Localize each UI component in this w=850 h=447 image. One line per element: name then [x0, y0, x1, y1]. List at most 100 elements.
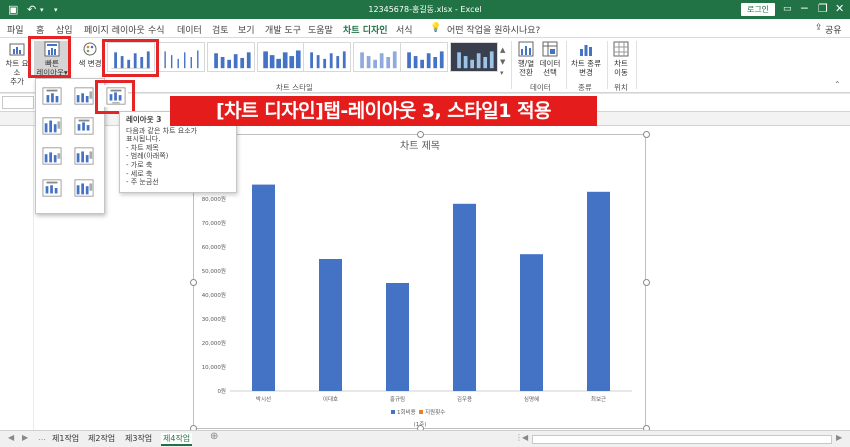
tab-home[interactable]: 홈 [36, 23, 44, 36]
select-data-icon [542, 41, 558, 57]
add-sheet-button[interactable]: ⊕ [210, 431, 218, 442]
y-tick-label: 10,000원 [202, 363, 226, 371]
bar[interactable] [520, 254, 543, 391]
resize-handle[interactable] [190, 279, 197, 286]
bar[interactable] [453, 203, 476, 391]
scroll-right-icon[interactable]: ▶ [22, 433, 28, 442]
share-button[interactable]: 공유 [825, 23, 842, 36]
tooltip-line: 표시됩니다. [126, 135, 161, 144]
tab-chart-design[interactable]: 차트 디자인 [343, 23, 388, 40]
change-chart-type-button[interactable]: 차트 종류 변경 [569, 41, 603, 77]
legend-label: 지원횟수 [425, 408, 445, 416]
tell-me-search[interactable]: 어떤 작업을 원하시나요? [447, 23, 540, 36]
move-chart-icon [613, 41, 629, 57]
switch-line1: 행/열 [517, 59, 535, 68]
type-group-label: 종류 [578, 83, 592, 92]
select-data-line1: 데이터 [539, 59, 561, 68]
title-bar: ▣ ↶ ▾ ▾ 12345678-홍길동.xlsx - Excel 로그인 ▭ … [0, 0, 850, 19]
chart-style-2[interactable] [157, 42, 205, 72]
chart-style-7[interactable] [400, 42, 448, 72]
tab-formulas[interactable]: 수식 [148, 23, 165, 36]
location-group-label: 위치 [614, 83, 628, 92]
scroll-left-icon[interactable]: ◀ [8, 433, 14, 442]
share-icon[interactable]: ⇪ [815, 23, 823, 33]
add-element-line2: 추가 [10, 77, 24, 86]
y-tick-label: 60,000원 [202, 243, 226, 251]
move-chart-button[interactable]: 차트 이동 [609, 41, 633, 77]
y-tick-label: 50,000원 [202, 267, 226, 275]
resize-handle[interactable] [643, 279, 650, 286]
collapse-ribbon-icon[interactable]: ⌃ [834, 80, 841, 89]
close-button[interactable]: ✕ [835, 2, 844, 15]
horizontal-scrollbar[interactable] [532, 435, 832, 444]
layout-option-7[interactable] [72, 145, 96, 167]
change-color-button[interactable]: 색 변경 [78, 41, 102, 68]
chart-title[interactable]: 차트 제목 [400, 140, 440, 152]
tooltip-line: 다음과 같은 차트 요소가 [126, 126, 198, 135]
legend-swatch [419, 410, 423, 414]
lightbulb-icon: 💡 [430, 23, 442, 33]
chart-style-5[interactable] [303, 42, 351, 72]
switch-row-column-button[interactable]: 행/열 전환 [514, 41, 538, 77]
bar[interactable] [587, 191, 610, 391]
login-button[interactable]: 로그인 [741, 3, 775, 16]
tooltip-line: - 범례(아래쪽) [126, 152, 169, 161]
layout-option-4[interactable] [40, 115, 64, 137]
layout-option-5[interactable] [72, 115, 96, 137]
highlight-layout-3 [95, 80, 135, 114]
restore-button[interactable]: ❐ [818, 2, 828, 15]
change-type-line2: 변경 [579, 68, 593, 77]
sheet-tab[interactable]: 제2작업 [88, 433, 115, 444]
tab-view[interactable]: 보기 [238, 23, 255, 36]
gallery-scroll-down-icon[interactable]: ▼ [500, 58, 505, 66]
scroll-left-icon[interactable]: ◀ [522, 433, 528, 442]
gallery-more-icon[interactable]: ▾ [500, 69, 504, 77]
tab-developer[interactable]: 개발 도구 [265, 23, 301, 36]
legend-label: 1회비용 [397, 408, 416, 416]
chart-style-4[interactable] [257, 42, 305, 72]
palette-icon [83, 42, 97, 56]
chart-style-8[interactable] [450, 42, 498, 72]
chart-style-6[interactable] [353, 42, 401, 72]
bar[interactable] [386, 283, 409, 391]
ribbon-tabs: 파일 홈 삽입 페이지 레이아웃 수식 데이터 검토 보기 개발 도구 도움말 … [0, 19, 850, 40]
move-chart-line1: 차트 [614, 59, 628, 68]
sheet-tab[interactable]: 제1작업 [52, 433, 79, 444]
scroll-right-icon[interactable]: ▶ [836, 433, 842, 442]
sheet-tab-active[interactable]: 제4작업 [161, 433, 193, 446]
more-sheets-icon[interactable]: … [38, 433, 46, 442]
chart-area[interactable]: 차트 제목 0원 10,000원 20,000원 30,000원 40,000원 50,0… [190, 131, 650, 432]
resize-handle[interactable] [643, 131, 650, 138]
chart-style-3[interactable] [207, 42, 255, 72]
name-box[interactable] [2, 96, 34, 109]
tab-data[interactable]: 데이터 [177, 23, 202, 36]
add-chart-element-button[interactable]: 차트 요소 추가 [4, 41, 30, 86]
tooltip-line: - 주 눈금선 [126, 178, 159, 187]
gallery-scroll-up-icon[interactable]: ▲ [500, 46, 505, 54]
change-type-line1: 차트 종류 [571, 59, 601, 68]
tab-page-layout[interactable]: 페이지 레이아웃 [84, 23, 145, 36]
select-data-button[interactable]: 데이터 선택 [538, 41, 562, 77]
layout-option-1[interactable] [40, 85, 64, 107]
y-tick-label: 30,000원 [202, 315, 226, 323]
layout-option-2[interactable] [72, 85, 96, 107]
divider [566, 41, 567, 89]
layout-option-9[interactable] [72, 177, 96, 199]
layout-option-6[interactable] [40, 145, 64, 167]
sheet-tab[interactable]: 제3작업 [125, 433, 152, 444]
tab-review[interactable]: 검토 [212, 23, 229, 36]
y-tick-label: 20,000원 [202, 339, 226, 347]
tab-format[interactable]: 서식 [396, 23, 413, 36]
bar[interactable] [319, 259, 342, 391]
layout-option-8[interactable] [40, 177, 64, 199]
resize-handle[interactable] [417, 131, 424, 138]
ribbon-display-icon[interactable]: ▭ [783, 4, 792, 14]
tab-help[interactable]: 도움말 [308, 23, 333, 36]
x-tick-label: 심명혜 [524, 395, 539, 403]
tab-insert[interactable]: 삽입 [56, 23, 73, 36]
highlight-quick-layout [28, 36, 71, 78]
bar[interactable] [252, 184, 275, 391]
y-tick-label: 80,000원 [202, 195, 226, 203]
minimize-button[interactable]: ─ [801, 2, 808, 15]
tab-file[interactable]: 파일 [7, 23, 24, 36]
